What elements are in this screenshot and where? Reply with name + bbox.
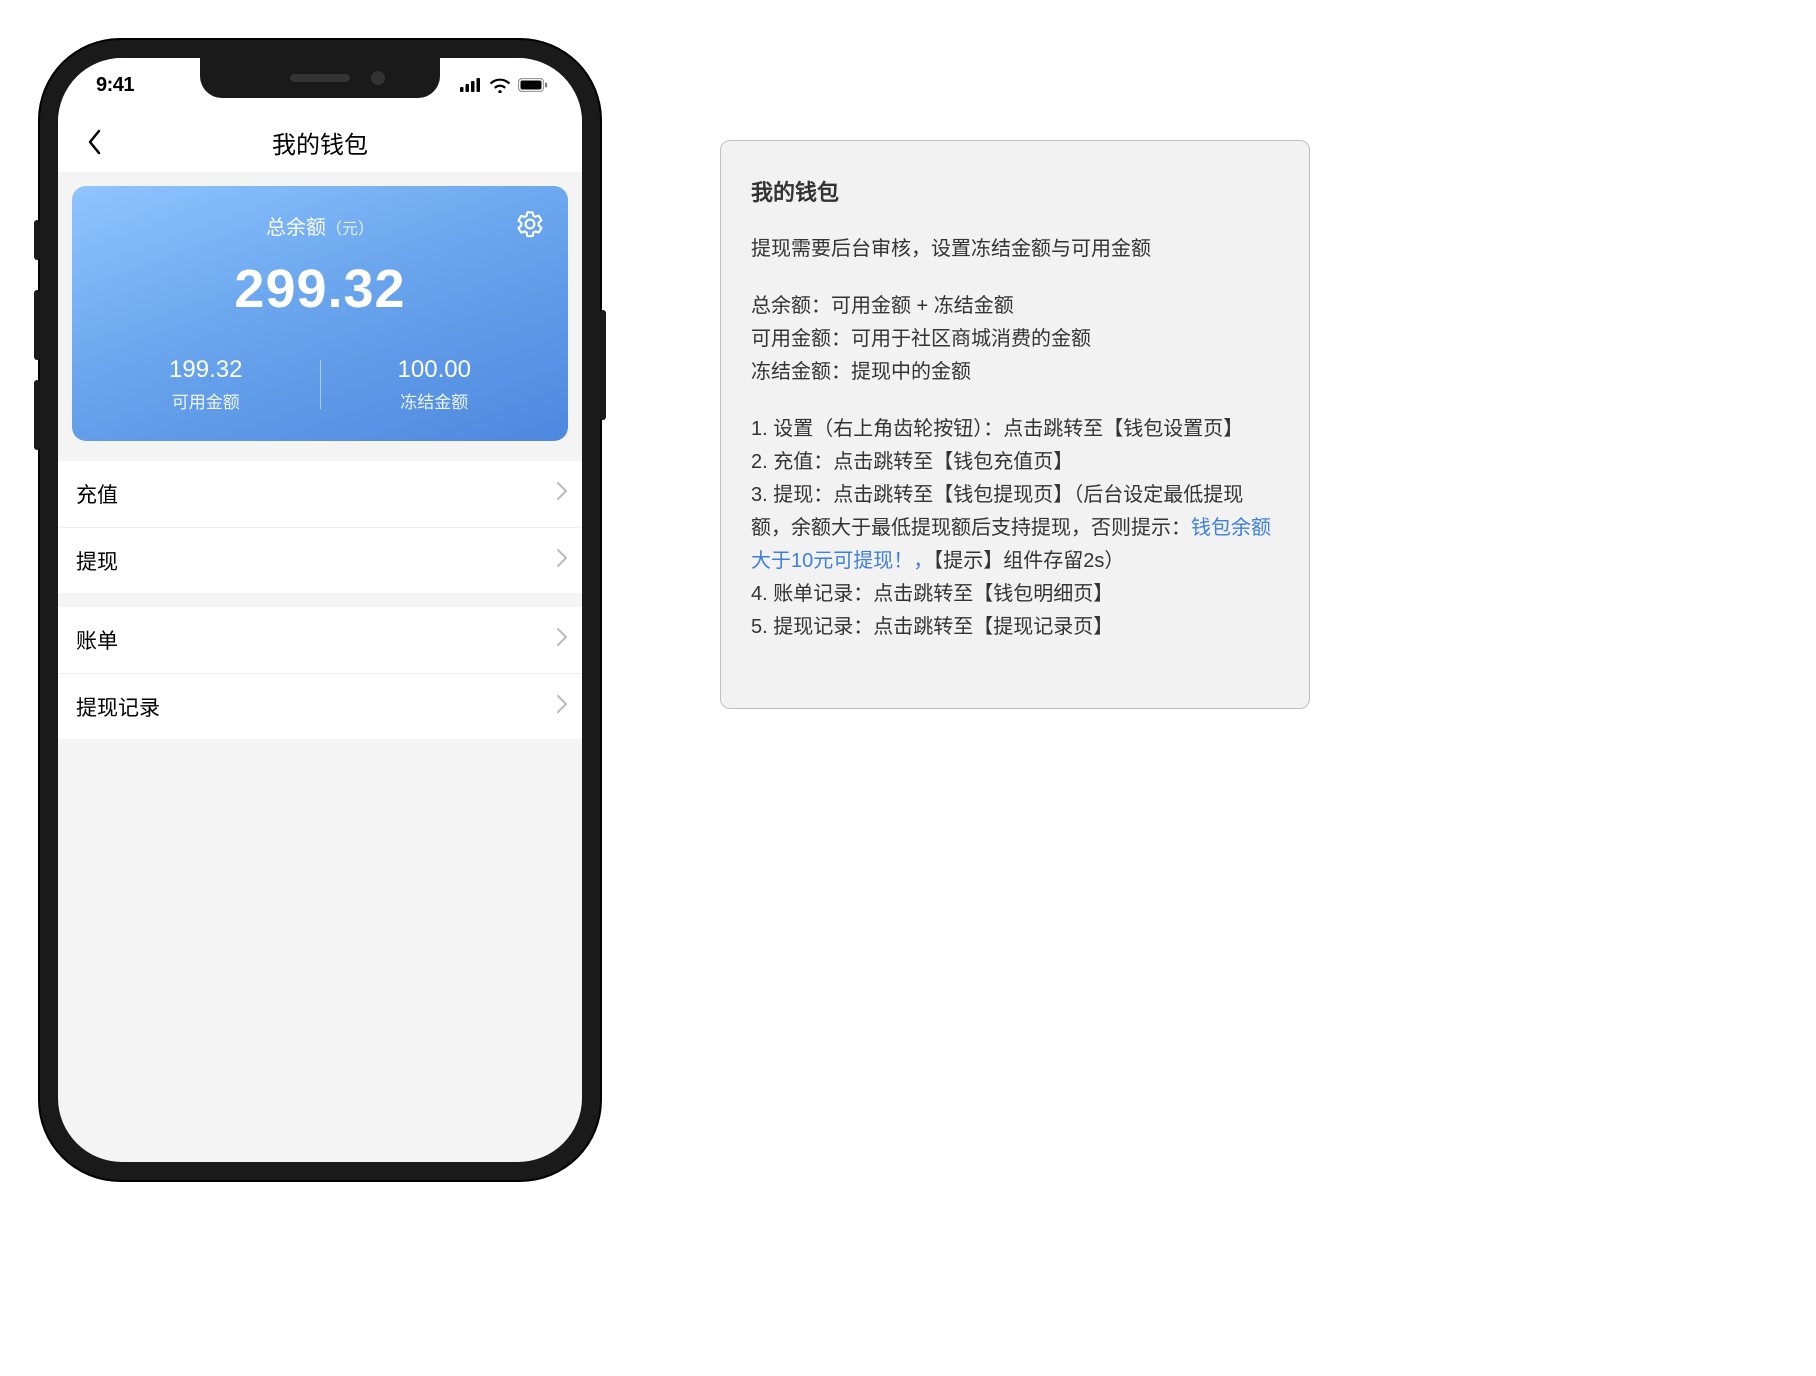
navigation-bar: 我的钱包 xyxy=(58,112,582,172)
gear-icon xyxy=(516,210,544,238)
spec-definition: 总余额：可用金额 + 冻结金额 xyxy=(751,290,1279,323)
menu-item-label: 账单 xyxy=(76,625,118,655)
balance-card: 总余额（元） 299.32 199.32 可用金额 100.00 冻结金 xyxy=(72,186,568,441)
total-balance-label: 总余额（元） xyxy=(266,211,374,240)
signal-icon xyxy=(460,78,482,92)
device-side-button xyxy=(34,220,40,260)
phone-device-frame: 9:41 我的钱包 xyxy=(40,40,600,1180)
content-area: 总余额（元） 299.32 199.32 可用金额 100.00 冻结金 xyxy=(58,172,582,753)
spec-step-text: 【提示】组件存留2s） xyxy=(933,550,1124,572)
chevron-right-icon xyxy=(556,548,568,574)
chevron-left-icon xyxy=(87,129,101,155)
spec-step: 2. 充值：点击跳转至【钱包充值页】 xyxy=(751,446,1279,479)
spec-step: 3. 提现：点击跳转至【钱包提现页】（后台设定最低提现额，余额大于最低提现额后支… xyxy=(751,479,1279,578)
chevron-right-icon xyxy=(556,627,568,653)
frozen-balance: 100.00 冻结金额 xyxy=(321,356,549,413)
chevron-right-icon xyxy=(556,481,568,507)
device-side-button xyxy=(34,380,40,450)
spec-definition: 冻结金额：提现中的金额 xyxy=(751,356,1279,389)
back-button[interactable] xyxy=(74,122,114,162)
total-balance-label-text: 总余额 xyxy=(266,217,326,239)
menu-item-recharge[interactable]: 充值 xyxy=(58,461,582,527)
menu-item-label: 充值 xyxy=(76,479,118,509)
spec-panel: 我的钱包 提现需要后台审核，设置冻结金额与可用金额 总余额：可用金额 + 冻结金… xyxy=(720,140,1310,709)
wifi-icon xyxy=(489,78,511,93)
device-side-button xyxy=(34,290,40,360)
spec-title: 我的钱包 xyxy=(751,175,1279,207)
spec-step: 4. 账单记录：点击跳转至【钱包明细页】 xyxy=(751,578,1279,611)
total-balance-currency: （元） xyxy=(326,221,374,238)
page-title: 我的钱包 xyxy=(58,125,582,160)
device-side-button xyxy=(600,310,606,420)
menu-item-label: 提现记录 xyxy=(76,692,160,722)
available-balance: 199.32 可用金额 xyxy=(92,356,320,413)
menu-item-bills[interactable]: 账单 xyxy=(58,607,582,673)
menu-group-actions: 充值 提现 xyxy=(58,461,582,593)
status-time: 9:41 xyxy=(96,74,134,97)
frozen-balance-value: 100.00 xyxy=(321,356,549,384)
menu-item-withdraw-records[interactable]: 提现记录 xyxy=(58,673,582,739)
battery-icon xyxy=(518,78,548,92)
spec-step: 1. 设置（右上角齿轮按钮）：点击跳转至【钱包设置页】 xyxy=(751,413,1279,446)
spec-step: 5. 提现记录：点击跳转至【提现记录页】 xyxy=(751,611,1279,644)
speaker-slot xyxy=(290,74,350,82)
menu-item-label: 提现 xyxy=(76,546,118,576)
front-camera xyxy=(371,71,385,85)
menu-item-withdraw[interactable]: 提现 xyxy=(58,527,582,593)
available-balance-label: 可用金额 xyxy=(92,388,320,413)
status-icons xyxy=(460,78,548,93)
menu-group-records: 账单 提现记录 xyxy=(58,607,582,739)
total-balance-amount: 299.32 xyxy=(92,258,548,320)
available-balance-value: 199.32 xyxy=(92,356,320,384)
notch xyxy=(200,58,440,98)
spec-definition: 可用金额：可用于社区商城消费的金额 xyxy=(751,323,1279,356)
spec-step-text: 3. 提现：点击跳转至【钱包提现页】（后台设定最低提现额，余额大于最低提现额后支… xyxy=(751,484,1243,539)
frozen-balance-label: 冻结金额 xyxy=(321,388,549,413)
phone-screen: 9:41 我的钱包 xyxy=(58,58,582,1162)
chevron-right-icon xyxy=(556,694,568,720)
wallet-settings-button[interactable] xyxy=(516,210,544,243)
spec-intro: 提现需要后台审核，设置冻结金额与可用金额 xyxy=(751,233,1279,266)
